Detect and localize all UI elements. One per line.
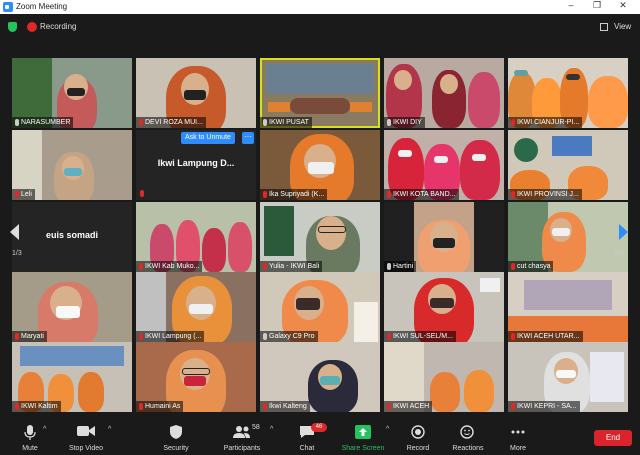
video-grid: NARASUMBER DEVI ROZA MUI... IKWI PUSAT I… — [0, 56, 640, 414]
shield-icon[interactable] — [8, 22, 17, 32]
participant-tile[interactable]: IKWI Lampung (... — [136, 272, 256, 342]
security-button[interactable]: Security — [146, 423, 206, 453]
participant-tile[interactable]: IKWI DIY — [384, 58, 504, 128]
maximize-button[interactable]: ❐ — [588, 0, 606, 11]
participant-tile[interactable]: Humaini As — [136, 342, 256, 412]
stop-video-button[interactable]: Stop Video — [56, 423, 116, 453]
recording-icon — [27, 22, 37, 32]
share-screen-icon — [355, 425, 371, 439]
grid-view-icon[interactable] — [600, 23, 608, 31]
participant-display-name: Ikwi Lampung D... — [157, 158, 235, 168]
audio-options-chevron-icon[interactable]: ^ — [43, 426, 46, 433]
participant-tile[interactable]: Leli — [12, 130, 132, 200]
participants-button[interactable]: 58 Participants — [212, 423, 272, 453]
window-title: Zoom Meeting — [16, 2, 68, 11]
participant-tile[interactable]: IKWI KEPRI - SA... — [508, 342, 628, 412]
meeting-statusbar: Recording View — [0, 14, 640, 42]
participant-tile[interactable]: Hartini — [384, 202, 504, 272]
participant-name: IKWI Lampung (... — [145, 333, 202, 340]
participant-name: DEVI ROZA MUI... — [145, 119, 203, 126]
chat-button[interactable]: 46 Chat — [277, 423, 337, 453]
participant-name: IKWI PROVINSI J... — [517, 191, 579, 198]
video-options-chevron-icon[interactable]: ^ — [108, 426, 111, 433]
participants-icon — [233, 426, 250, 438]
page-indicator-left: 1/3 — [12, 250, 22, 257]
participant-name: Maryati — [21, 333, 44, 340]
participant-name: Yulia - IKWI Bali — [269, 263, 320, 270]
participant-tile-active-speaker[interactable]: IKWI PUSAT — [260, 58, 380, 128]
participant-name: IKWI ACEH UTAR... — [517, 333, 580, 340]
minimize-button[interactable]: – — [562, 0, 580, 10]
participant-tile[interactable]: DEVI ROZA MUI... — [136, 58, 256, 128]
participant-name: IKWI ACEH — [393, 403, 430, 410]
participant-tile-no-video[interactable]: euis somadi — [12, 202, 132, 272]
participant-tile[interactable]: Yulia - IKWI Bali — [260, 202, 380, 272]
zoom-logo-icon — [3, 2, 13, 12]
participant-name: IKWI SUL-SEL/M... — [393, 333, 453, 340]
ellipsis-icon — [511, 430, 525, 434]
participant-name: IKWI Kab Muko... — [145, 263, 200, 270]
participant-name: Ika Supriyadi (K... — [269, 191, 325, 198]
video-camera-icon — [77, 426, 95, 436]
chat-unread-badge: 46 — [311, 423, 327, 432]
participant-tile[interactable]: IKWI ACEH — [384, 342, 504, 412]
participant-name: IKWI CIANJUR-PI... — [517, 119, 580, 126]
participant-tile[interactable]: Maryati — [12, 272, 132, 342]
participant-tile[interactable]: Galaxy C9 Pro — [260, 272, 380, 342]
participant-tile[interactable]: NARASUMBER — [12, 58, 132, 128]
participant-tile[interactable]: IKWI CIANJUR-PI... — [508, 58, 628, 128]
participant-tile-no-video[interactable]: Ask to Unmute ··· Ikwi Lampung D... — [136, 130, 256, 200]
participant-tile[interactable]: IKWI Kab Muko... — [136, 202, 256, 272]
recording-label: Recording — [40, 22, 77, 31]
muted-mic-icon — [140, 190, 144, 197]
share-screen-button[interactable]: Share Screen — [333, 423, 393, 453]
page-indicator-right: 1/3 — [614, 250, 624, 257]
microphone-icon — [24, 425, 36, 440]
participant-name: cut chasya — [517, 263, 551, 270]
participant-tile[interactable]: IKWI Kaltim — [12, 342, 132, 412]
participant-name: IKWI DIY — [393, 119, 422, 126]
participants-options-chevron-icon[interactable]: ^ — [270, 426, 273, 433]
participant-tile[interactable]: Ikwi Kalteng — [260, 342, 380, 412]
participant-tile[interactable]: IKWI PROVINSI J... — [508, 130, 628, 200]
window-titlebar: Zoom Meeting – ❐ ✕ — [0, 0, 640, 14]
meeting-toolbar: Mute ^ Stop Video ^ Security 58 Particip… — [0, 420, 640, 455]
participant-tile[interactable]: cut chasya — [508, 202, 628, 272]
mute-button[interactable]: Mute — [0, 423, 60, 453]
participant-tile[interactable]: IKWI SUL-SEL/M... — [384, 272, 504, 342]
more-options-button[interactable]: ··· — [242, 132, 254, 144]
participant-display-name: euis somadi — [46, 230, 99, 240]
participant-name: Humaini As — [145, 403, 181, 410]
participant-name: IKWI KOTA BAND... — [393, 191, 456, 198]
ask-to-unmute-button[interactable]: Ask to Unmute — [181, 132, 235, 144]
participant-name: IKWI Kaltim — [21, 403, 58, 410]
end-meeting-button[interactable]: End — [594, 430, 632, 446]
record-icon — [411, 425, 425, 439]
participant-name: IKWI KEPRI - SA... — [517, 403, 577, 410]
participant-name: Galaxy C9 Pro — [269, 333, 315, 340]
previous-page-arrow-icon[interactable] — [10, 224, 19, 240]
participant-name: Ikwi Kalteng — [269, 403, 307, 410]
more-button[interactable]: More — [488, 423, 548, 453]
shield-icon — [170, 425, 182, 439]
participant-name: IKWI PUSAT — [269, 119, 309, 126]
participant-name: NARASUMBER — [21, 119, 71, 126]
participant-tile[interactable]: Ika Supriyadi (K... — [260, 130, 380, 200]
close-button[interactable]: ✕ — [614, 0, 632, 11]
smiley-plus-icon — [460, 425, 474, 439]
next-page-arrow-icon[interactable] — [619, 224, 628, 240]
view-button[interactable]: View — [614, 22, 631, 31]
participant-tile[interactable]: IKWI ACEH UTAR... — [508, 272, 628, 342]
participants-count: 58 — [252, 424, 260, 431]
participant-tile[interactable]: IKWI KOTA BAND... — [384, 130, 504, 200]
